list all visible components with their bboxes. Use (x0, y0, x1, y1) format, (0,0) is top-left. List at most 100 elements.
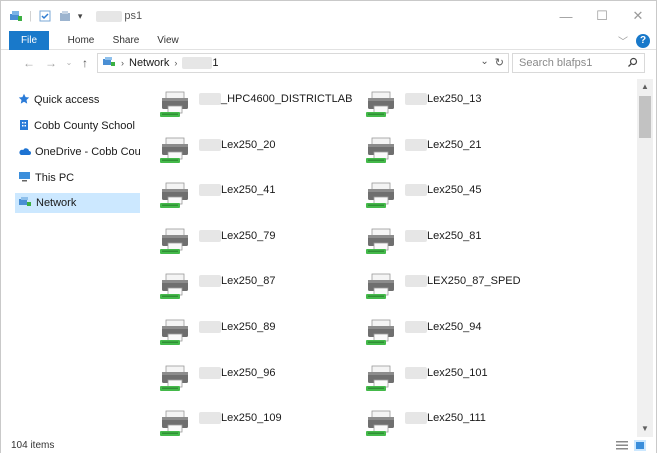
refresh-icon[interactable]: ↻ (495, 56, 504, 69)
app-icon[interactable] (9, 9, 23, 23)
close-button[interactable]: ✕ (620, 1, 656, 31)
redacted-text (96, 10, 123, 22)
printer-item[interactable]: Lex250_81 (365, 222, 565, 262)
breadcrumb-server[interactable]: 1 (212, 57, 218, 69)
printer-icon (159, 317, 193, 350)
printer-item[interactable]: Lex250_94 (365, 313, 565, 353)
star-icon (18, 93, 30, 108)
printer-item[interactable]: Lex250_79 (159, 222, 359, 262)
redacted-text (199, 138, 221, 151)
recent-locations-icon[interactable]: ⌄ (61, 55, 77, 71)
printer-label: Lex250_111 (405, 412, 486, 425)
printer-name: Lex250_87 (221, 275, 276, 288)
printer-label: Lex250_101 (405, 367, 488, 379)
search-input[interactable]: Search blafps1 (519, 57, 592, 69)
sidebar-item-network[interactable]: Network (15, 193, 140, 213)
printer-name: Lex250_96 (221, 366, 276, 379)
scroll-up-icon[interactable]: ▲ (637, 79, 653, 95)
window-title: ps1 (124, 10, 143, 22)
back-button[interactable]: ← (21, 55, 37, 71)
minimize-button[interactable]: — (548, 1, 584, 31)
redacted-text (199, 321, 221, 334)
printer-item[interactable]: Lex250_96 (159, 359, 359, 399)
printer-item[interactable]: Lex250_87 (159, 267, 359, 307)
redacted-text (199, 93, 221, 106)
tab-view[interactable]: View (149, 31, 187, 50)
redacted-text (199, 366, 221, 379)
redacted-text (199, 229, 221, 242)
redacted-text (405, 138, 427, 151)
redacted-text (405, 321, 427, 334)
printer-item[interactable]: _HPC4600_DISTRICTLAB (159, 85, 359, 125)
breadcrumb-separator-icon: › (121, 58, 124, 68)
redacted-text (405, 184, 427, 197)
sidebar-item-label: Quick access (34, 94, 100, 106)
redacted-text (182, 57, 213, 69)
printer-item[interactable]: Lex250_45 (365, 176, 565, 216)
window-controls: — ☐ ✕ (548, 1, 656, 31)
properties-icon[interactable] (38, 9, 52, 23)
printer-icon (365, 408, 399, 437)
printer-icon (159, 271, 193, 304)
computer-icon (18, 171, 31, 185)
printer-item[interactable]: Lex250_111 (365, 404, 565, 437)
sidebar-item-cobb-county-school[interactable]: Cobb County School (18, 116, 140, 136)
printer-item[interactable]: LEX250_87_SPED (365, 267, 565, 307)
ribbon-right: ﹀ ? (618, 33, 650, 48)
printer-name: Lex250_111 (427, 412, 486, 425)
up-button[interactable]: ↑ (77, 55, 93, 71)
printer-item[interactable]: Lex250_21 (365, 131, 565, 171)
navigation-pane: Quick access Cobb County School OneDrive… (1, 79, 143, 437)
redacted-text (405, 229, 427, 242)
forward-button[interactable]: → (43, 55, 59, 71)
tab-file[interactable]: File (9, 31, 49, 50)
printer-icon (365, 135, 399, 168)
printer-name: Lex250_41 (221, 184, 276, 197)
breadcrumb-network[interactable]: Network (129, 57, 169, 69)
printer-item[interactable]: Lex250_20 (159, 131, 359, 171)
search-box[interactable]: Search blafps1 (512, 53, 645, 73)
search-icon (627, 57, 638, 71)
new-folder-icon[interactable] (58, 9, 72, 23)
printer-item[interactable]: Lex250_89 (159, 313, 359, 353)
maximize-button[interactable]: ☐ (584, 1, 620, 31)
title-bar: | ▾ ps1 — ☐ ✕ (1, 1, 656, 31)
tab-share[interactable]: Share (106, 31, 146, 50)
printer-grid: _HPC4600_DISTRICTLAB Lex250_13 Lex250_20 Le… (143, 79, 637, 437)
printer-label: Lex250_94 (405, 321, 482, 334)
printer-label: Lex250_21 (405, 139, 481, 151)
sidebar-item-label: Network (36, 197, 77, 209)
scroll-down-icon[interactable]: ▼ (637, 421, 653, 437)
sidebar-item-quick-access[interactable]: Quick access (18, 90, 140, 110)
printer-item[interactable]: Lex250_109 (159, 404, 359, 437)
ribbon-tabs: File Home Share View ﹀ ? (1, 31, 656, 50)
customize-qat-icon[interactable]: ▾ (78, 11, 83, 22)
printer-item[interactable]: Lex250_41 (159, 176, 359, 216)
address-bar[interactable]: › Network › 1 ⌄ ↻ (97, 53, 509, 73)
details-view-icon[interactable] (616, 440, 628, 451)
printer-item[interactable]: Lex250_13 (365, 85, 565, 125)
large-icons-view-icon[interactable] (634, 440, 646, 451)
printer-item[interactable]: Lex250_101 (365, 359, 565, 399)
printer-name: Lex250_94 (427, 321, 482, 333)
printer-icon (159, 408, 193, 437)
address-dropdown-icon[interactable]: ⌄ (480, 56, 488, 69)
printer-name: Lex250_21 (427, 138, 482, 151)
tab-home[interactable]: Home (61, 31, 101, 50)
sidebar-item-this-pc[interactable]: This PC (18, 168, 140, 188)
printer-icon (159, 89, 193, 122)
printer-name: LEX250_87_SPED (427, 275, 521, 288)
address-controls: ⌄ ↻ (480, 56, 504, 69)
printer-name: Lex250_13 (427, 93, 482, 105)
printer-name: Lex250_89 (221, 321, 276, 333)
vertical-scrollbar[interactable]: ▲ ▼ (637, 79, 653, 437)
help-icon[interactable]: ? (636, 33, 650, 48)
scroll-thumb[interactable] (639, 96, 651, 138)
sidebar-item-onedrive[interactable]: OneDrive - Cobb Cou (18, 142, 140, 162)
breadcrumb-separator-icon: › (174, 58, 178, 68)
printer-icon (365, 317, 399, 350)
redacted-text (199, 184, 221, 197)
printer-name: Lex250_109 (221, 412, 282, 425)
expand-ribbon-icon[interactable]: ﹀ (618, 33, 628, 48)
separator: | (29, 10, 32, 22)
